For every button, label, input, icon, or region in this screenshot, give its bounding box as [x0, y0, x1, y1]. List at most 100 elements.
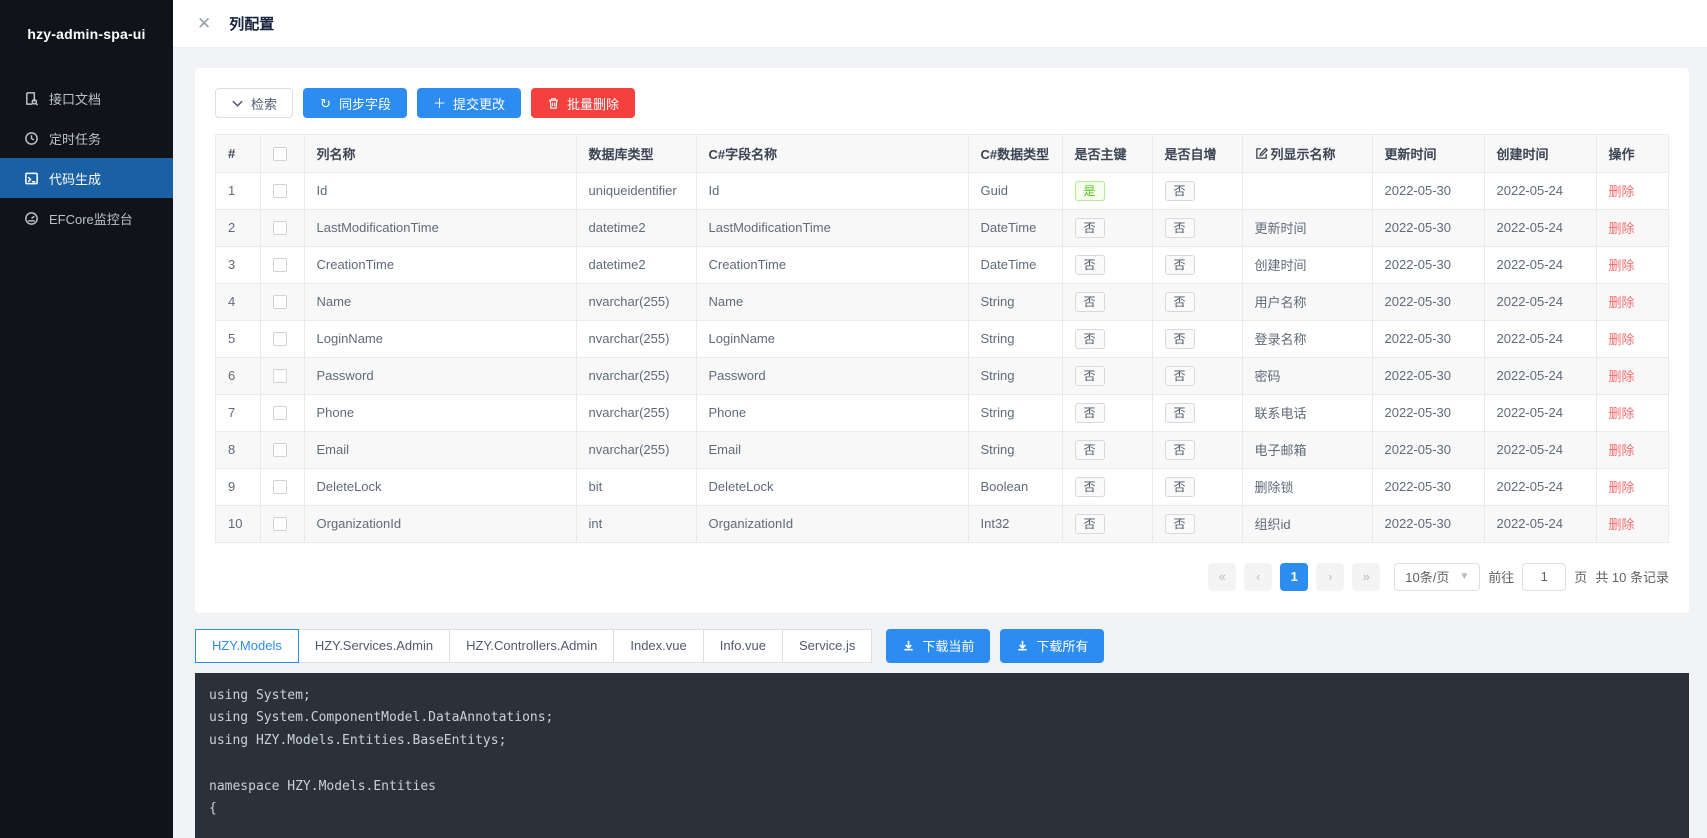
delete-row-link[interactable]: 删除 — [1609, 332, 1635, 347]
sidebar-nav: 接口文档定时任务代码生成EFCore监控台 — [0, 78, 173, 238]
no-tag[interactable]: 否 — [1075, 218, 1105, 238]
generator-tabs-row: HZY.ModelsHZY.Services.AdminHZY.Controll… — [195, 629, 1689, 663]
download-icon — [902, 639, 915, 652]
no-tag[interactable]: 否 — [1075, 329, 1105, 349]
row-checkbox[interactable] — [273, 369, 287, 383]
is-primary-key-cell: 是 — [1062, 172, 1152, 209]
batch-delete-button[interactable]: 批量删除 — [531, 88, 635, 118]
no-tag[interactable]: 否 — [1165, 181, 1195, 201]
updated-time-cell: 2022-05-30 — [1372, 246, 1484, 283]
no-tag[interactable]: 否 — [1165, 477, 1195, 497]
column-header: 是否主键 — [1062, 135, 1152, 172]
column-name-cell: Phone — [304, 394, 576, 431]
yes-tag[interactable]: 是 — [1075, 181, 1105, 201]
display-name-cell[interactable]: 登录名称 — [1242, 320, 1372, 357]
close-icon[interactable]: ✕ — [197, 15, 211, 32]
is-primary-key-cell: 否 — [1062, 209, 1152, 246]
plus-icon: ＋ — [433, 97, 446, 110]
column-name-cell: DeleteLock — [304, 468, 576, 505]
display-name-cell[interactable]: 电子邮箱 — [1242, 431, 1372, 468]
row-checkbox[interactable] — [273, 406, 287, 420]
download-all-button[interactable]: 下载所有 — [1000, 629, 1104, 663]
tab-hzy-services-admin[interactable]: HZY.Services.Admin — [298, 629, 450, 663]
last-page-button[interactable]: » — [1352, 563, 1380, 591]
sidebar-item-4[interactable]: EFCore监控台 — [0, 198, 173, 238]
download-icon — [1016, 639, 1029, 652]
tab-hzy-models[interactable]: HZY.Models — [195, 629, 299, 663]
search-button[interactable]: 检索 — [215, 88, 293, 118]
display-name-cell[interactable]: 用户名称 — [1242, 283, 1372, 320]
row-checkbox[interactable] — [273, 443, 287, 457]
goto-label: 前往 — [1488, 567, 1514, 586]
submit-changes-button[interactable]: ＋ 提交更改 — [417, 88, 521, 118]
sidebar-item-2[interactable]: 定时任务 — [0, 118, 173, 158]
first-page-button[interactable]: « — [1208, 563, 1236, 591]
cs-field-name-cell: Id — [696, 172, 968, 209]
column-name-cell: Id — [304, 172, 576, 209]
row-checkbox-cell — [260, 246, 304, 283]
delete-row-link[interactable]: 删除 — [1609, 221, 1635, 236]
row-checkbox[interactable] — [273, 517, 287, 531]
display-name-cell[interactable]: 联系电话 — [1242, 394, 1372, 431]
row-checkbox[interactable] — [273, 258, 287, 272]
no-tag[interactable]: 否 — [1075, 255, 1105, 275]
display-name-cell[interactable] — [1242, 172, 1372, 209]
download-current-button[interactable]: 下载当前 — [886, 629, 990, 663]
delete-row-link[interactable]: 删除 — [1609, 517, 1635, 532]
page-1-button[interactable]: 1 — [1280, 563, 1308, 591]
tab-info-vue[interactable]: Info.vue — [703, 629, 783, 663]
tab-index-vue[interactable]: Index.vue — [613, 629, 703, 663]
delete-row-link[interactable]: 删除 — [1609, 406, 1635, 421]
no-tag[interactable]: 否 — [1165, 403, 1195, 423]
select-all-checkbox[interactable] — [273, 147, 287, 161]
no-tag[interactable]: 否 — [1165, 329, 1195, 349]
row-checkbox[interactable] — [273, 295, 287, 309]
no-tag[interactable]: 否 — [1165, 218, 1195, 238]
sidebar-item-1[interactable]: 接口文档 — [0, 78, 173, 118]
no-tag[interactable]: 否 — [1075, 292, 1105, 312]
prev-page-button[interactable]: ‹ — [1244, 563, 1272, 591]
display-name-cell[interactable]: 创建时间 — [1242, 246, 1372, 283]
delete-row-link[interactable]: 删除 — [1609, 480, 1635, 495]
is-primary-key-cell: 否 — [1062, 320, 1152, 357]
delete-row-link[interactable]: 删除 — [1609, 184, 1635, 199]
goto-page-input[interactable] — [1522, 563, 1566, 591]
page-size-select[interactable]: 10条/页 ▼ — [1394, 563, 1480, 591]
delete-row-link[interactable]: 删除 — [1609, 258, 1635, 273]
no-tag[interactable]: 否 — [1165, 440, 1195, 460]
app-title: hzy-admin-spa-ui — [0, 0, 173, 62]
sidebar-item-label: 定时任务 — [49, 129, 101, 148]
column-name-cell: Email — [304, 431, 576, 468]
no-tag[interactable]: 否 — [1165, 255, 1195, 275]
tab-hzy-controllers-admin[interactable]: HZY.Controllers.Admin — [449, 629, 614, 663]
no-tag[interactable]: 否 — [1165, 514, 1195, 534]
row-index: 1 — [216, 172, 260, 209]
cs-data-type-cell: Boolean — [968, 468, 1062, 505]
created-time-cell: 2022-05-24 — [1484, 172, 1596, 209]
display-name-cell[interactable]: 密码 — [1242, 357, 1372, 394]
no-tag[interactable]: 否 — [1075, 440, 1105, 460]
display-name-cell[interactable]: 组织id — [1242, 505, 1372, 542]
sidebar-item-3[interactable]: 代码生成 — [0, 158, 173, 198]
created-time-cell: 2022-05-24 — [1484, 468, 1596, 505]
display-name-cell[interactable]: 删除锁 — [1242, 468, 1372, 505]
no-tag[interactable]: 否 — [1075, 477, 1105, 497]
delete-row-link[interactable]: 删除 — [1609, 369, 1635, 384]
sync-fields-button[interactable]: ↻ 同步字段 — [303, 88, 407, 118]
display-name-cell[interactable]: 更新时间 — [1242, 209, 1372, 246]
row-checkbox[interactable] — [273, 184, 287, 198]
row-checkbox[interactable] — [273, 332, 287, 346]
delete-row-link[interactable]: 删除 — [1609, 443, 1635, 458]
table-body: 1IduniqueidentifierIdGuid是否2022-05-30202… — [216, 172, 1668, 542]
tab-service-js[interactable]: Service.js — [782, 629, 872, 663]
row-checkbox[interactable] — [273, 480, 287, 494]
no-tag[interactable]: 否 — [1075, 514, 1105, 534]
no-tag[interactable]: 否 — [1165, 366, 1195, 386]
no-tag[interactable]: 否 — [1075, 403, 1105, 423]
no-tag[interactable]: 否 — [1075, 366, 1105, 386]
no-tag[interactable]: 否 — [1165, 292, 1195, 312]
row-checkbox[interactable] — [273, 221, 287, 235]
next-page-button[interactable]: › — [1316, 563, 1344, 591]
delete-row-link[interactable]: 删除 — [1609, 295, 1635, 310]
row-checkbox-cell — [260, 357, 304, 394]
